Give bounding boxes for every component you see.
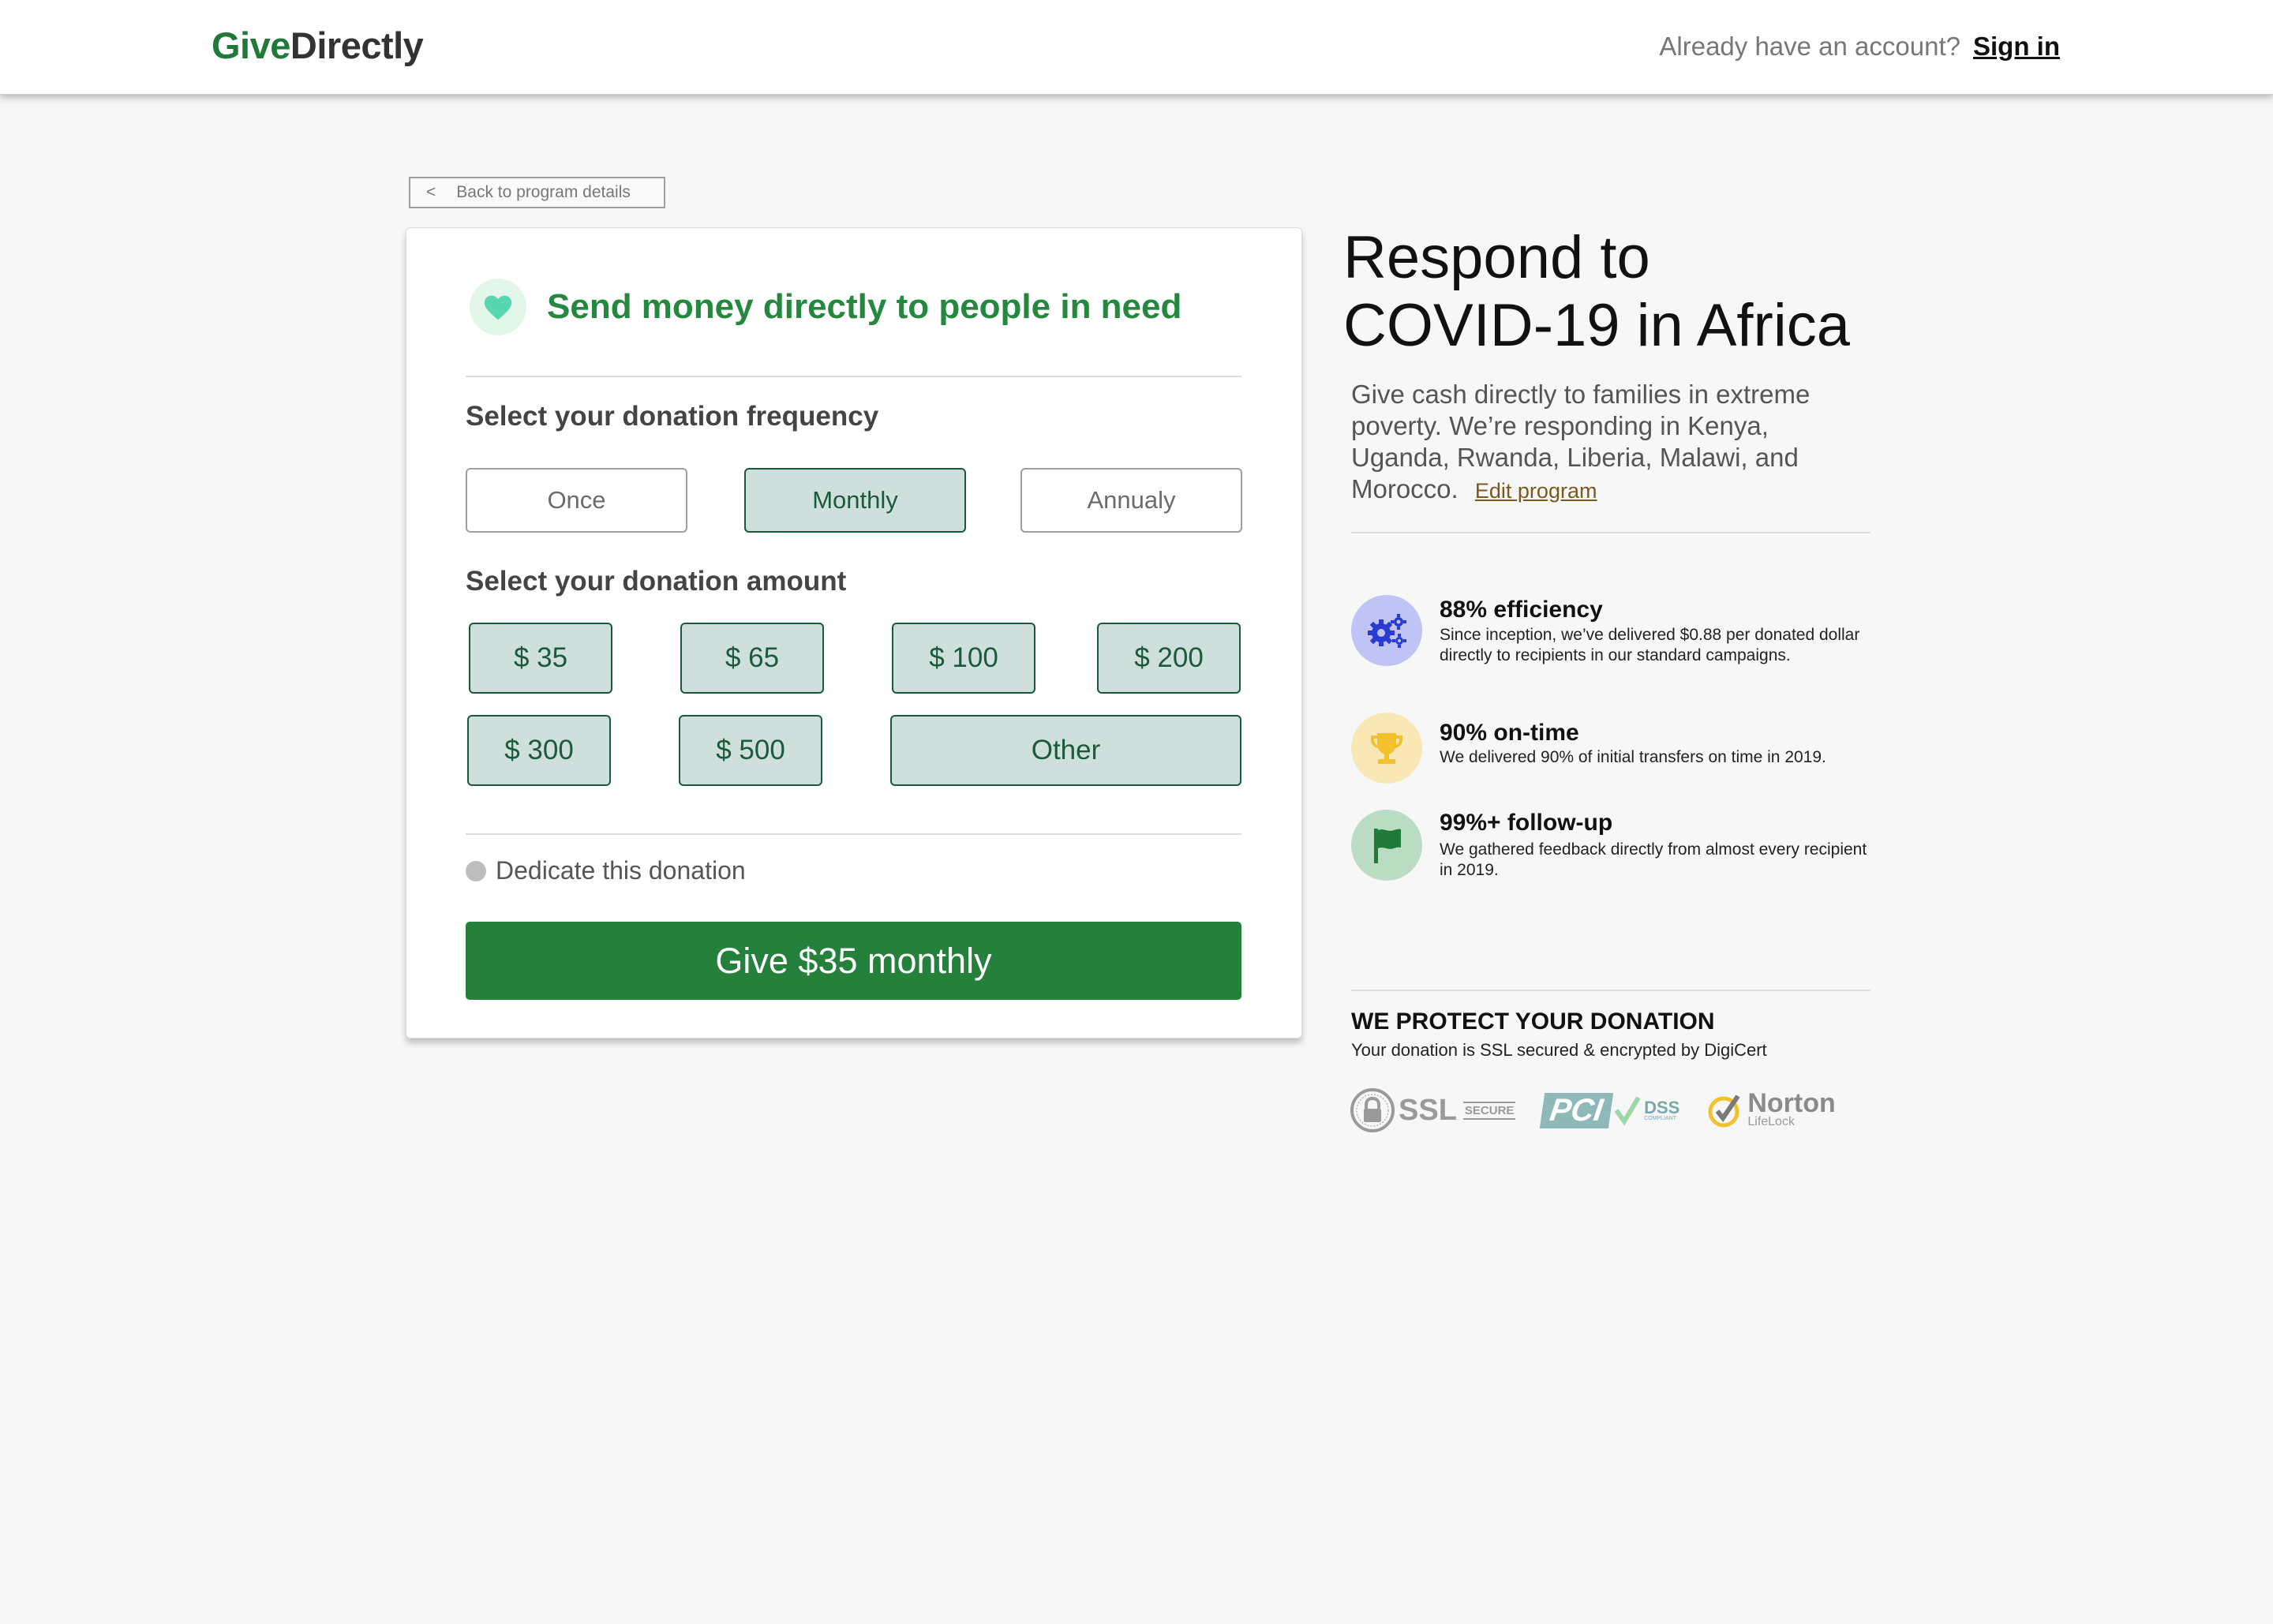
- program-title-line2: COVID-19 in Africa: [1343, 292, 1850, 359]
- info-divider-bottom: [1351, 990, 1870, 991]
- dedicate-toggle[interactable]: Dedicate this donation: [466, 856, 746, 885]
- ssl-sub-label: SECURE: [1462, 1101, 1516, 1120]
- info-divider-top: [1351, 532, 1870, 533]
- protect-text: Your donation is SSL secured & encrypted…: [1351, 1040, 1767, 1060]
- amount-35-button[interactable]: $ 35: [469, 623, 612, 694]
- frequency-once-button[interactable]: Once: [466, 468, 687, 533]
- amount-65-button[interactable]: $ 65: [680, 623, 824, 694]
- amount-300-button[interactable]: $ 300: [467, 715, 611, 786]
- frequency-label: Select your donation frequency: [466, 401, 879, 432]
- gears-icon: [1351, 595, 1422, 666]
- dss-block: DSS COMPLIANT: [1644, 1097, 1680, 1121]
- lifelock-label: LifeLock: [1747, 1115, 1795, 1128]
- amount-200-button[interactable]: $ 200: [1097, 623, 1241, 694]
- dss-sub-label: COMPLIANT: [1644, 1115, 1676, 1121]
- norton-label: Norton: [1747, 1088, 1836, 1118]
- pci-dss-badge: PCI DSS COMPLIANT: [1540, 1092, 1680, 1128]
- card-divider-top: [466, 376, 1241, 377]
- trophy-icon: [1351, 713, 1422, 784]
- amount-other-button[interactable]: Other: [890, 715, 1241, 786]
- lock-icon: [1350, 1088, 1395, 1132]
- stat-ontime-title: 90% on-time: [1440, 720, 1579, 746]
- frequency-monthly-button[interactable]: Monthly: [744, 468, 966, 533]
- ssl-label: SSL: [1399, 1093, 1457, 1127]
- stat-efficiency-text: Since inception, we’ve delivered $0.88 p…: [1440, 626, 1860, 664]
- heart-icon: [470, 279, 526, 335]
- program-description: Give cash directly to families in extrem…: [1351, 379, 1856, 507]
- checkmark-icon: [1614, 1096, 1641, 1126]
- form-title: Send money directly to people in need: [547, 287, 1182, 326]
- program-title: Respond to COVID-19 in Africa: [1343, 224, 1912, 360]
- stat-efficiency-title: 88% efficiency: [1440, 597, 1603, 623]
- stat-ontime-text: We delivered 90% of initial transfers on…: [1440, 748, 1826, 766]
- flag-icon: [1351, 810, 1422, 881]
- back-button-label: Back to program details: [456, 183, 631, 201]
- amount-100-button[interactable]: $ 100: [892, 623, 1035, 694]
- stat-followup-title: 99%+ follow-up: [1440, 810, 1613, 836]
- norton-check-icon: [1708, 1095, 1740, 1128]
- give-submit-button[interactable]: Give $35 monthly: [466, 922, 1241, 1000]
- edit-program-link[interactable]: Edit program: [1475, 479, 1597, 503]
- ssl-secure-badge: SSL SECURE: [1350, 1087, 1516, 1133]
- sign-in-link[interactable]: Sign in: [1973, 30, 2060, 63]
- givedirectly-logo[interactable]: GiveDirectly: [212, 24, 424, 68]
- logo-directly-text: Directly: [290, 24, 424, 66]
- protect-title: WE PROTECT YOUR DONATION: [1351, 1008, 1715, 1035]
- dedicate-label: Dedicate this donation: [496, 856, 746, 885]
- donation-form-card: Send money directly to people in need Se…: [406, 227, 1302, 1038]
- norton-block: Norton LifeLock: [1747, 1088, 1836, 1129]
- card-divider-bottom: [466, 833, 1241, 835]
- frequency-annualy-button[interactable]: Annualy: [1020, 468, 1242, 533]
- program-title-line1: Respond to: [1343, 224, 1650, 291]
- security-badges: SSL SECURE PCI DSS COMPLIANT Norton Life…: [1350, 1087, 1836, 1133]
- amount-label: Select your donation amount: [466, 566, 847, 597]
- norton-lifelock-badge: Norton LifeLock: [1706, 1088, 1836, 1129]
- card-header: Send money directly to people in need: [470, 279, 1181, 335]
- dss-label: DSS: [1644, 1097, 1680, 1117]
- chevron-left-icon: <: [426, 183, 436, 201]
- account-area: Already have an account? Sign in: [1659, 30, 2060, 63]
- amount-500-button[interactable]: $ 500: [679, 715, 822, 786]
- top-header: GiveDirectly Already have an account? Si…: [0, 0, 2273, 95]
- account-prompt: Already have an account?: [1659, 32, 1960, 61]
- pci-label: PCI: [1540, 1092, 1614, 1128]
- back-to-program-button[interactable]: < Back to program details: [409, 177, 665, 208]
- dedicate-radio[interactable]: [466, 860, 486, 881]
- stat-followup-text: We gathered feedback directly from almos…: [1440, 840, 1867, 879]
- logo-give-text: Give: [212, 24, 290, 66]
